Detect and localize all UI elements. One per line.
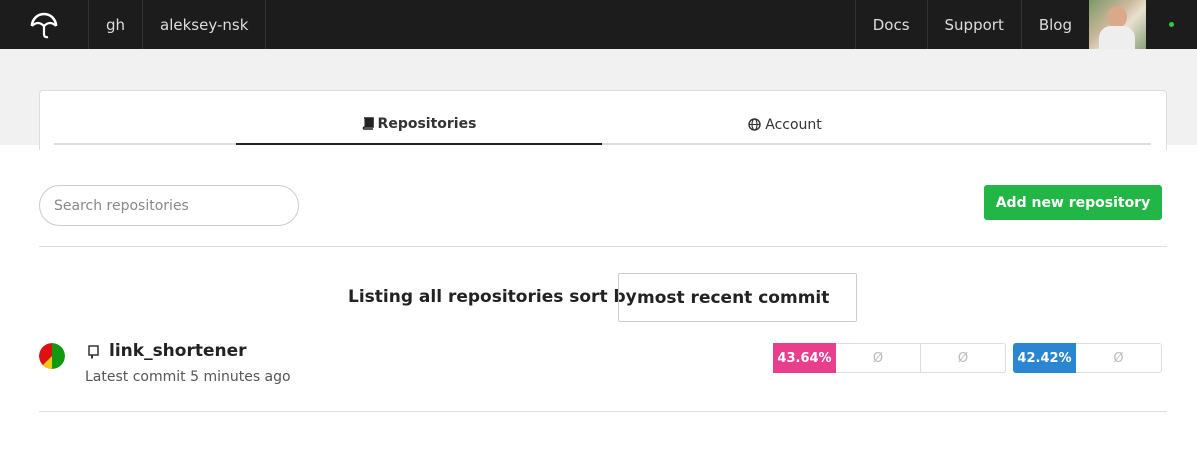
breadcrumb-host[interactable]: gh (89, 0, 144, 49)
coverage-badge-empty[interactable]: Ø (1076, 343, 1162, 373)
tab-repositories-label: Repositories (377, 115, 477, 132)
umbrella-logo-icon[interactable] (0, 0, 89, 49)
support-link[interactable]: Support (926, 0, 1021, 49)
divider (39, 411, 1167, 412)
coverage-badge-primary[interactable]: 43.64% (773, 343, 836, 373)
repo-icon (88, 345, 99, 359)
docs-link[interactable]: Docs (854, 0, 927, 49)
top-navbar: gh aleksey-nsk Docs Support Blog (0, 0, 1197, 49)
coverage-badge-secondary[interactable]: 42.42% (1013, 343, 1076, 373)
coverage-badge-empty[interactable]: Ø (921, 343, 1006, 373)
tab-account-label: Account (765, 116, 822, 133)
avatar-face (1107, 6, 1127, 28)
coverage-badges-secondary: 42.42% Ø (1013, 343, 1162, 373)
coverage-badges: 43.64% Ø Ø (773, 343, 1006, 373)
repo-status-pie (39, 343, 65, 369)
divider (39, 246, 1167, 247)
tab-account[interactable]: Account (602, 104, 968, 145)
topbar-right: Docs Support Blog (854, 0, 1197, 49)
tab-repositories[interactable]: Repositories (236, 104, 602, 145)
book-icon (362, 117, 374, 130)
coverage-badge-empty[interactable]: Ø (836, 343, 921, 373)
globe-icon (748, 118, 761, 131)
status-indicator (1146, 0, 1197, 49)
avatar[interactable] (1089, 0, 1146, 49)
status-dot-icon (1169, 22, 1174, 27)
repo-latest-commit: Latest commit 5 minutes ago (85, 369, 291, 385)
repo-name-link[interactable]: link_shortener (109, 341, 247, 361)
tab-bar: Repositories Account (54, 104, 1151, 145)
sort-select[interactable]: most recent commit (618, 273, 857, 322)
avatar-shirt (1099, 26, 1135, 49)
breadcrumb-user[interactable]: aleksey-nsk (143, 0, 267, 49)
blog-link[interactable]: Blog (1020, 0, 1089, 49)
sort-label: Listing all repositories sort by (348, 287, 637, 307)
search-input[interactable] (39, 185, 299, 226)
add-repository-button[interactable]: Add new repository (984, 185, 1162, 220)
